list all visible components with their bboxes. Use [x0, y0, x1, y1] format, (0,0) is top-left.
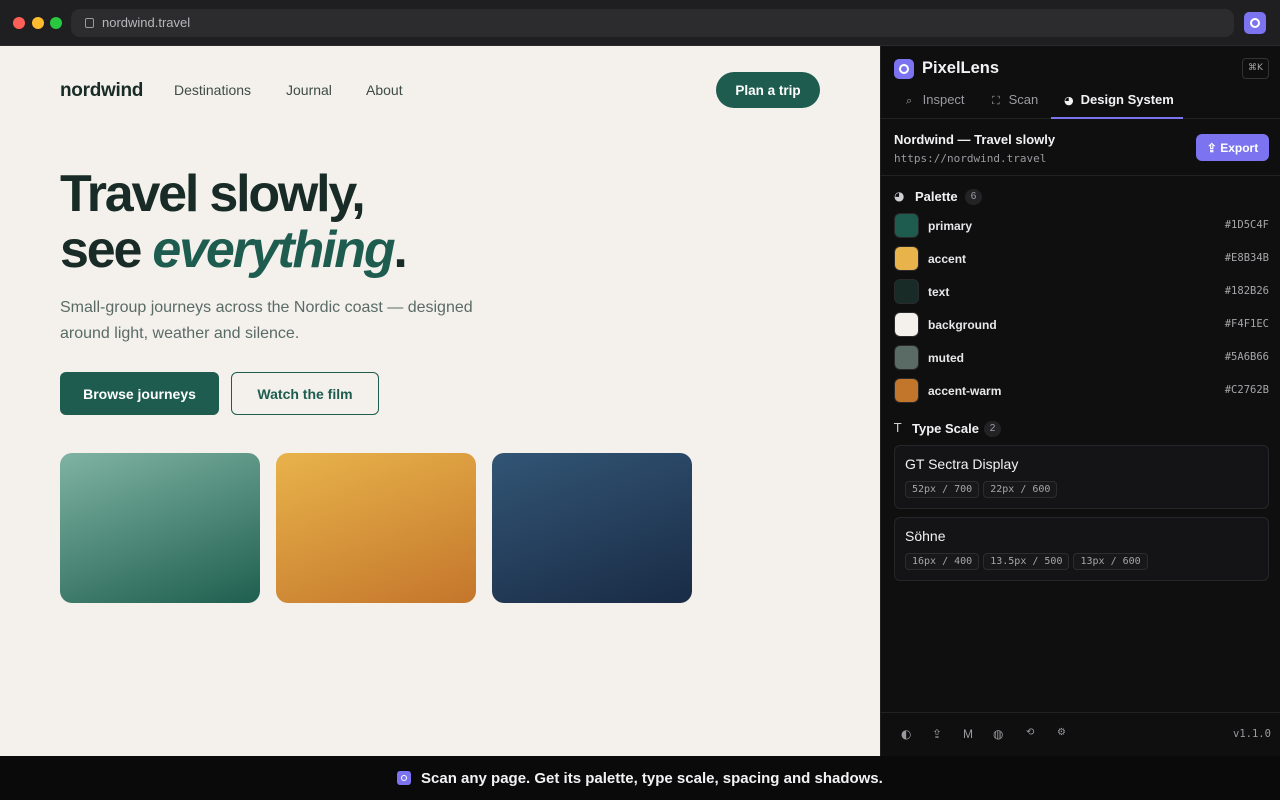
font-name: Söhne [905, 528, 946, 544]
color-name: background [928, 318, 997, 332]
palette-count-badge: 6 [965, 189, 982, 205]
font-size-chip: 22px / 600 [983, 481, 1058, 498]
hero-title: Travel slowly, see everything. [60, 165, 408, 279]
divider [881, 175, 1280, 176]
font-size-chip: 13.5px / 500 [983, 553, 1070, 570]
palette-icon: ◕ [1064, 94, 1074, 107]
destination-card[interactable] [276, 453, 476, 603]
site-logo[interactable]: nordwind [60, 80, 143, 102]
color-swatch [894, 213, 919, 238]
tab-design-system-label: Design System [1080, 92, 1174, 107]
color-swatch [894, 378, 919, 403]
tab-scan[interactable]: ⛶ Scan [992, 92, 1038, 119]
maximize-window-button[interactable] [50, 17, 62, 29]
palette-item[interactable]: text #182B26 [894, 279, 1269, 304]
color-hex: #182B26 [1224, 285, 1269, 297]
panel-footer: ◐ ⇪ M ◍ ⟲ ⚙ v1.1.0 [881, 712, 1280, 756]
palette-section-icon: ◕ [894, 189, 905, 203]
font-size-chips: 16px / 400 13.5px / 500 13px / 600 [905, 553, 1152, 570]
globe-icon[interactable]: ◍ [993, 727, 1003, 741]
plan-trip-button[interactable]: Plan a trip [716, 72, 820, 108]
color-name: primary [928, 219, 973, 233]
panel-title: PixelLens [922, 59, 1000, 77]
color-name: text [928, 285, 950, 299]
export-label: Export [1220, 140, 1259, 155]
hero-subtitle: Small-group journeys across the Nordic c… [60, 299, 473, 342]
tab-inspect-label: Inspect [922, 92, 965, 107]
destination-card[interactable] [60, 453, 260, 603]
tab-inspect[interactable]: ⌕ Inspect [906, 92, 965, 119]
palette-item[interactable]: background #F4F1EC [894, 312, 1269, 337]
scanned-site-title: Nordwind — Travel slowly [894, 132, 1056, 147]
color-name: accent [928, 252, 967, 266]
destination-card[interactable] [492, 453, 692, 603]
scanned-site-url: https://nordwind.travel [894, 152, 1047, 165]
address-bar[interactable]: nordwind.travel [71, 9, 1234, 37]
type-scale-count-badge: 2 [984, 421, 1001, 437]
palette-item[interactable]: accent #E8B34B [894, 246, 1269, 271]
search-icon: ⌕ [906, 94, 913, 107]
promo-banner: Scan any page. Get its palette, type sca… [0, 756, 1280, 800]
color-swatch [894, 345, 919, 370]
settings-icon[interactable]: ⚙ [1057, 727, 1066, 738]
color-name: accent-warm [928, 384, 1002, 398]
color-hex: #C2762B [1224, 384, 1269, 396]
nav-link-about[interactable]: About [366, 82, 403, 98]
color-hex: #5A6B66 [1224, 351, 1269, 363]
nav-link-destinations[interactable]: Destinations [174, 82, 251, 98]
m-icon[interactable]: M [963, 727, 973, 741]
type-icon: T [894, 421, 902, 435]
hero-title-emphasis: everything [152, 221, 395, 279]
font-size-chip: 13px / 600 [1073, 553, 1148, 570]
tab-design-system[interactable]: ◕ Design System [1051, 92, 1183, 119]
font-card[interactable]: GT Sectra Display 52px / 700 22px / 600 [894, 445, 1269, 509]
color-hex: #F4F1EC [1224, 318, 1269, 330]
page-icon [85, 18, 94, 28]
hero-title-prefix: see [60, 221, 153, 279]
pixellens-logo-icon [397, 771, 411, 785]
color-swatch [894, 246, 919, 271]
color-swatch [894, 312, 919, 337]
font-size-chip: 52px / 700 [905, 481, 980, 498]
type-scale-title: Type Scale [912, 421, 979, 436]
website-viewport: nordwind Destinations Journal About Plan… [0, 46, 880, 756]
color-name: muted [928, 351, 964, 365]
browser-toolbar: nordwind.travel [0, 0, 1280, 46]
tab-scan-label: Scan [1008, 92, 1039, 107]
color-hex: #1D5C4F [1224, 219, 1269, 231]
hero-title-line1: Travel slowly, [60, 165, 366, 223]
pixellens-extension-button[interactable] [1244, 12, 1266, 34]
minimize-window-button[interactable] [32, 17, 44, 29]
palette-item[interactable]: primary #1D5C4F [894, 213, 1269, 238]
font-size-chips: 52px / 700 22px / 600 [905, 481, 1061, 498]
font-size-chip: 16px / 400 [905, 553, 980, 570]
scan-icon: ⛶ [992, 94, 1000, 107]
font-name: GT Sectra Display [905, 456, 1019, 472]
version-label: v1.1.0 [1233, 728, 1271, 740]
panel-tabs: ⌕ Inspect ⛶ Scan ◕ Design System [881, 92, 1280, 119]
history-icon[interactable]: ⟲ [1026, 727, 1034, 738]
close-window-button[interactable] [13, 17, 25, 29]
banner-text: Scan any page. Get its palette, type sca… [421, 770, 883, 787]
pixellens-logo-icon [894, 59, 914, 79]
contrast-icon[interactable]: ◐ [901, 727, 911, 741]
palette-title: Palette [915, 189, 958, 204]
color-hex: #E8B34B [1224, 252, 1269, 264]
palette-item[interactable]: accent-warm #C2762B [894, 378, 1269, 403]
color-swatch [894, 279, 919, 304]
browse-journeys-button[interactable]: Browse journeys [60, 372, 219, 415]
palette-item[interactable]: muted #5A6B66 [894, 345, 1269, 370]
pixellens-panel: PixelLens ⌘K ⌕ Inspect ⛶ Scan ◕ Design S… [880, 46, 1280, 756]
upload-icon: ⇪ [1206, 140, 1217, 155]
export-button[interactable]: ⇪ Export [1196, 134, 1269, 161]
share-icon[interactable]: ⇪ [932, 727, 942, 741]
command-shortcut-badge[interactable]: ⌘K [1242, 58, 1269, 79]
nav-link-journal[interactable]: Journal [286, 82, 332, 98]
address-text: nordwind.travel [102, 15, 191, 30]
font-card[interactable]: Söhne 16px / 400 13.5px / 500 13px / 600 [894, 517, 1269, 581]
hero-title-suffix: . [393, 221, 407, 279]
watch-film-button[interactable]: Watch the film [231, 372, 379, 415]
